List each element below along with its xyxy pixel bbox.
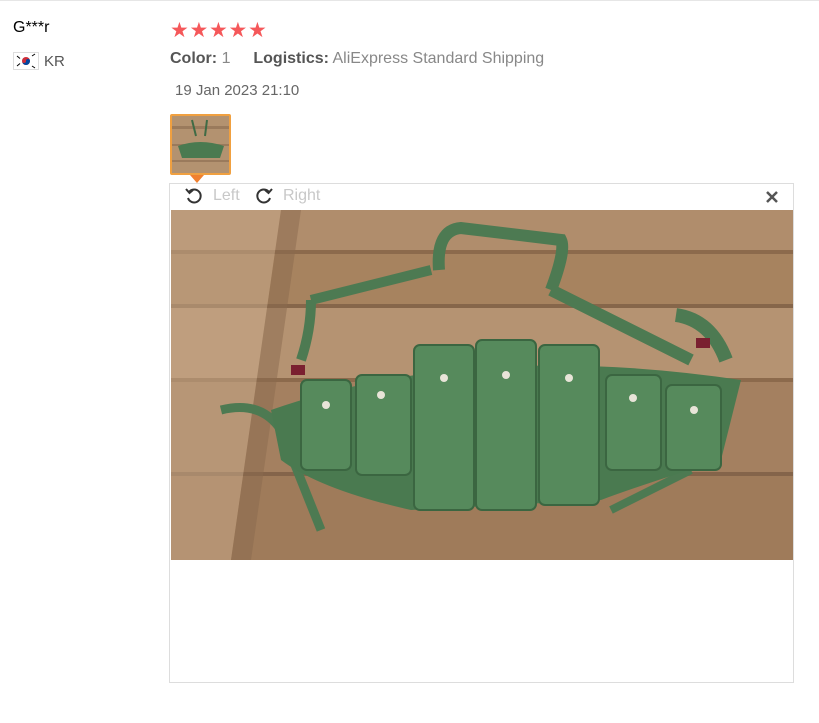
star-icon: ★ bbox=[248, 19, 267, 42]
review-date: 19 Jan 2023 21:10 bbox=[175, 82, 300, 99]
star-icon: ★ bbox=[189, 19, 209, 42]
star-icon: ★ bbox=[170, 19, 189, 42]
reviewer-country: KR bbox=[13, 52, 65, 70]
logistics-label: Logistics: bbox=[253, 50, 329, 67]
rotate-right-icon bbox=[256, 188, 273, 204]
close-icon[interactable] bbox=[763, 188, 781, 206]
color-label: Color: bbox=[170, 50, 218, 67]
rotate-right-label: Right bbox=[283, 187, 321, 204]
star-rating: ★ ★ ★ ★ ★ bbox=[170, 19, 268, 42]
divider bbox=[0, 0, 819, 1]
thumbnail-active-caret bbox=[190, 175, 204, 183]
rotate-right-button[interactable]: Right bbox=[254, 186, 320, 206]
country-code: KR bbox=[44, 52, 65, 70]
reviewer-name: G***r bbox=[13, 19, 50, 36]
star-icon: ★ bbox=[209, 19, 228, 42]
review-meta: Color: 1 Logistics: AliExpress Standard … bbox=[170, 50, 544, 68]
rotate-left-icon bbox=[185, 188, 202, 204]
review-photo bbox=[171, 210, 793, 560]
south-korea-flag-icon bbox=[13, 52, 39, 70]
rotate-left-button[interactable]: Left bbox=[184, 186, 240, 206]
color-value: 1 bbox=[221, 50, 231, 67]
logistics-value: AliExpress Standard Shipping bbox=[332, 50, 545, 67]
photo-viewer: Left Right bbox=[169, 183, 794, 683]
star-icon: ★ bbox=[228, 19, 248, 42]
viewer-toolbar: Left Right bbox=[170, 184, 793, 211]
rotate-left-label: Left bbox=[213, 187, 240, 204]
review-photo-thumbnail[interactable] bbox=[170, 114, 231, 175]
